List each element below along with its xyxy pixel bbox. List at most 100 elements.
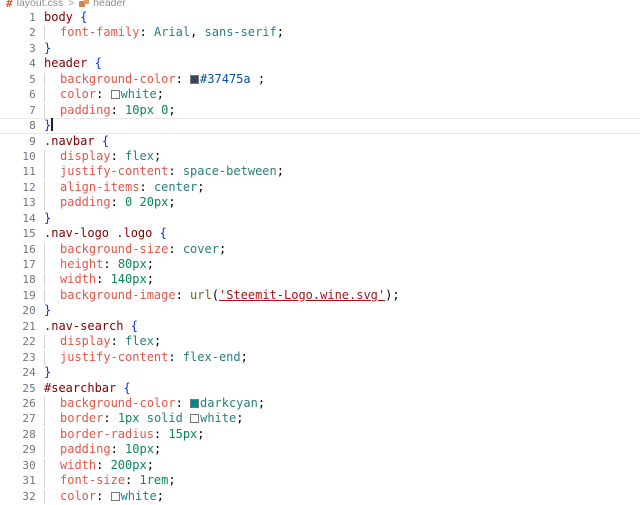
code-text: } <box>44 211 51 226</box>
token-prop: background-image <box>60 287 176 302</box>
token-val: darkcyan <box>200 395 258 410</box>
token-punct: ; <box>153 148 162 163</box>
color-swatch[interactable] <box>110 491 120 501</box>
code-line[interactable]: 23 justify-content: flex-end; <box>0 350 640 365</box>
line-number: 4 <box>29 57 36 71</box>
code-line[interactable]: 12 align-items: center; <box>0 180 640 195</box>
code-line[interactable]: 17 height: 80px; <box>0 257 640 272</box>
code-line[interactable]: 27 border: 1px solid white; <box>0 411 640 427</box>
token-brace: } <box>44 40 52 55</box>
token-punct: ; <box>236 411 244 426</box>
code-text: display: flex; <box>44 334 161 349</box>
token-val: space-between <box>182 164 277 179</box>
code-text: font-size: 1rem; <box>44 473 176 488</box>
code-text: background-color: #37475a ; <box>44 72 265 87</box>
code-line[interactable]: 2 font-family: Arial, sans-serif; <box>0 25 640 41</box>
code-line[interactable]: 22 display: flex; <box>0 334 640 350</box>
token-prop: border-radius <box>60 426 154 441</box>
token-punct: : <box>168 241 183 256</box>
css-file-icon: # <box>6 0 13 10</box>
token-prop: padding <box>60 195 111 210</box>
token-num: 140px <box>110 272 147 287</box>
code-line[interactable]: 6 color: white; <box>0 87 640 103</box>
token-prop: border <box>60 411 104 426</box>
color-swatch[interactable] <box>110 90 120 100</box>
token-punct: : <box>96 488 111 503</box>
code-text: } <box>44 303 51 318</box>
token-punct: : <box>153 426 169 441</box>
token-punct: ; <box>168 473 176 488</box>
token-prop: align-items <box>60 179 140 194</box>
token-sel: body <box>44 10 73 24</box>
code-text: background-color: darkcyan; <box>44 396 265 411</box>
line-number: 12 <box>22 180 36 194</box>
token-punct: ; <box>146 272 154 287</box>
code-line[interactable]: 21 .nav-search { <box>0 319 640 334</box>
code-text: color: white; <box>44 87 164 102</box>
line-number: 13 <box>22 196 36 210</box>
code-line[interactable]: 32 color: white; <box>0 489 640 504</box>
code-line[interactable]: 1 body { <box>0 10 640 25</box>
code-line[interactable]: 14} <box>0 211 640 226</box>
token-punct: ); <box>385 287 400 302</box>
token-punct: ; <box>153 442 162 457</box>
code-text: .navbar { <box>44 134 109 149</box>
color-swatch[interactable] <box>190 398 200 408</box>
line-number: 8 <box>29 119 36 133</box>
code-text: height: 80px; <box>44 257 154 272</box>
color-swatch[interactable] <box>190 414 200 424</box>
code-line[interactable]: 26 background-color: darkcyan; <box>0 396 640 411</box>
code-line[interactable]: 10 display: flex; <box>0 149 640 164</box>
line-number: 27 <box>22 412 36 426</box>
line-number: 32 <box>22 489 36 503</box>
token-prop: color <box>60 488 97 503</box>
token-val: white <box>200 411 237 426</box>
code-line[interactable]: 7 padding: 10px 0; <box>0 103 640 118</box>
breadcrumb-file-name[interactable]: layout.css <box>17 0 64 9</box>
code-text: .nav-logo .logo { <box>44 226 167 241</box>
code-line[interactable]: 25 #searchbar { <box>0 381 640 396</box>
token-punct: : <box>96 272 111 287</box>
token-punct: ; <box>156 87 164 102</box>
code-editor[interactable]: 1 body {2 font-family: Arial, sans-serif; 3… <box>0 10 640 505</box>
code-line[interactable]: 9 .navbar { <box>0 134 640 149</box>
token-brace: } <box>44 118 52 133</box>
token-punct: ; <box>153 334 162 349</box>
code-line[interactable]: 28 border-radius: 15px; <box>0 427 640 442</box>
line-number: 17 <box>22 258 36 271</box>
token-punct: ; <box>276 164 284 179</box>
code-line[interactable]: 8} <box>0 118 640 134</box>
code-text: background-image: url('Steemit-Logo.wine… <box>44 288 400 303</box>
token-punct: : <box>110 442 126 457</box>
token-val: white <box>120 488 157 503</box>
code-line[interactable]: 16 background-size: cover; <box>0 242 640 257</box>
line-number: 25 <box>22 381 36 395</box>
line-number: 24 <box>22 366 36 380</box>
token-punct: : <box>168 349 183 364</box>
css-rule-icon <box>79 0 90 8</box>
code-line[interactable]: 18 width: 140px; <box>0 272 640 288</box>
token-punct: : <box>110 148 126 163</box>
code-line[interactable]: 24} <box>0 365 640 380</box>
breadcrumb-symbol-name[interactable]: header <box>93 0 126 9</box>
code-line[interactable]: 30 width: 200px; <box>0 458 640 473</box>
line-number: 15 <box>22 227 36 241</box>
breadcrumb-separator-icon: > <box>68 0 75 9</box>
token-val: Arial <box>153 25 191 40</box>
token-punct: , <box>190 25 205 40</box>
code-line[interactable]: 20} <box>0 303 640 318</box>
code-line[interactable]: 5 background-color: #37475a ; <box>0 72 640 87</box>
code-line[interactable]: 15 .nav-logo .logo { <box>0 226 640 241</box>
token-brace: { <box>123 380 131 395</box>
code-line[interactable]: 19 background-image: url('Steemit-Logo.wi… <box>0 288 640 303</box>
code-line[interactable]: 31 font-size: 1rem; <box>0 473 640 489</box>
code-line[interactable]: 3} <box>0 41 640 56</box>
code-line[interactable]: 29 padding: 10px; <box>0 442 640 458</box>
code-line[interactable]: 11 justify-content: space-between; <box>0 164 640 180</box>
token-num: 10px <box>125 442 154 457</box>
code-text: background-size: cover; <box>44 242 226 257</box>
token-punct: : <box>175 287 191 302</box>
code-line[interactable]: 13 padding: 0 20px; <box>0 195 640 211</box>
color-swatch[interactable] <box>190 74 200 84</box>
code-line[interactable]: 4 header { <box>0 56 640 71</box>
